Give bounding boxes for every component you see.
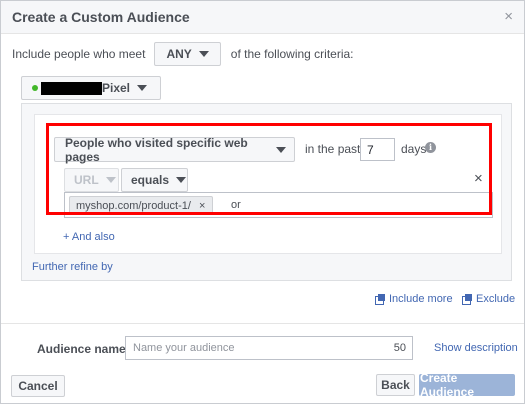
remove-token-icon[interactable]: × bbox=[199, 200, 205, 212]
days-label: days bbox=[401, 142, 427, 156]
rule-card: People who visited specific web pages in… bbox=[34, 114, 502, 254]
audience-name-field: 50 bbox=[125, 336, 413, 360]
pixel-status-icon bbox=[32, 85, 38, 91]
audience-name-label: Audience name bbox=[37, 342, 126, 356]
operator-dropdown[interactable]: equals bbox=[121, 168, 188, 192]
cancel-button[interactable]: Cancel bbox=[11, 375, 65, 397]
match-type-label: ANY bbox=[166, 47, 192, 61]
caret-down-icon bbox=[276, 146, 286, 153]
url-token-label: myshop.com/product-1/ bbox=[76, 199, 191, 212]
match-type-dropdown[interactable]: ANY bbox=[154, 42, 221, 66]
dialog-title: Create a Custom Audience bbox=[12, 9, 190, 25]
char-limit-counter: 50 bbox=[393, 342, 406, 354]
event-type-label: People who visited specific web pages bbox=[65, 135, 248, 164]
create-audience-button[interactable]: Create Audience bbox=[419, 371, 515, 399]
section-divider bbox=[1, 323, 524, 324]
pixel-source-dropdown[interactable]: Pixel bbox=[21, 76, 161, 100]
exclude-icon bbox=[462, 294, 472, 305]
pixel-label: Pixel bbox=[102, 81, 131, 95]
url-field-dropdown[interactable]: URL bbox=[64, 168, 119, 192]
caret-down-icon bbox=[105, 177, 116, 183]
create-custom-audience-dialog: Create a Custom Audience × Include peopl… bbox=[0, 0, 525, 404]
show-description-link[interactable]: Show description bbox=[434, 342, 518, 354]
close-icon[interactable]: × bbox=[504, 8, 513, 25]
criteria-suffix: of the following criteria: bbox=[230, 47, 354, 61]
retention-days-input[interactable] bbox=[360, 138, 395, 161]
further-refine-link[interactable]: Further refine by bbox=[32, 261, 113, 273]
redacted-pixel-name bbox=[41, 81, 102, 95]
caret-down-icon bbox=[137, 85, 148, 91]
info-icon[interactable]: i bbox=[425, 142, 436, 153]
criteria-line: Include people who meet ANY of the follo… bbox=[12, 42, 354, 66]
include-more-icon bbox=[375, 294, 385, 305]
operator-label: equals bbox=[131, 173, 170, 187]
remove-condition-icon[interactable]: × bbox=[474, 170, 483, 187]
criteria-prefix: Include people who meet bbox=[12, 47, 146, 61]
include-more-link[interactable]: Include more bbox=[375, 293, 453, 305]
caret-down-icon bbox=[198, 51, 209, 57]
url-values-input[interactable]: myshop.com/product-1/ × or bbox=[64, 192, 493, 218]
event-type-dropdown[interactable]: People who visited specific web pages bbox=[54, 135, 295, 164]
include-more-label: Include more bbox=[389, 293, 453, 305]
url-token: myshop.com/product-1/ × bbox=[69, 196, 214, 215]
rule-area: People who visited specific web pages in… bbox=[21, 103, 512, 281]
caret-down-icon bbox=[176, 177, 187, 183]
url-field-label: URL bbox=[74, 173, 99, 187]
in-the-past-label: in the past bbox=[305, 142, 361, 156]
dialog-header: Create a Custom Audience × bbox=[1, 1, 524, 34]
and-also-link[interactable]: + And also bbox=[63, 231, 115, 243]
or-label: or bbox=[231, 199, 241, 211]
exclude-link[interactable]: Exclude bbox=[462, 293, 515, 305]
back-button[interactable]: Back bbox=[376, 374, 415, 396]
audience-name-input[interactable] bbox=[126, 337, 376, 359]
exclude-label: Exclude bbox=[476, 293, 516, 305]
